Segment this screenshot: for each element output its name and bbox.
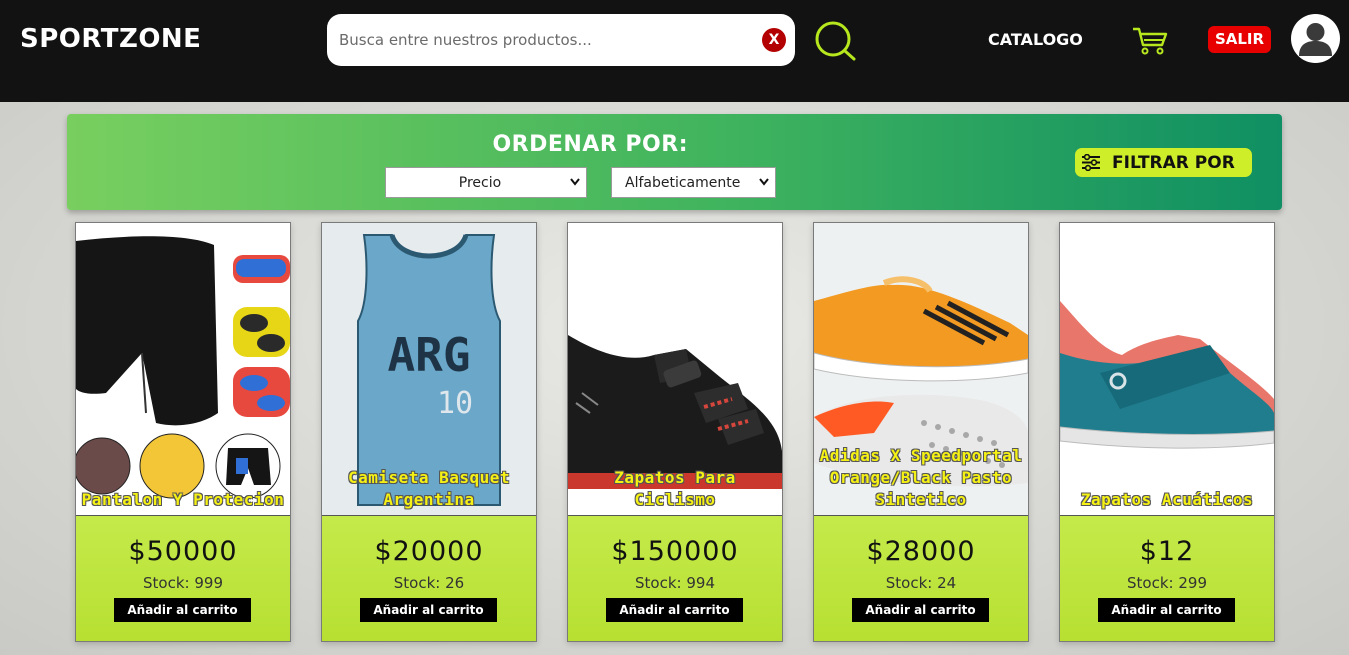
chevron-down-icon	[570, 178, 580, 186]
filter-button[interactable]: FILTRAR POR	[1075, 148, 1252, 177]
cart-button[interactable]	[1131, 26, 1169, 56]
sort-filter-bar: ORDENAR POR: Precio Alfabeticamente FILT…	[67, 114, 1282, 210]
product-info: $50000 Stock: 999 Añadir al carrito	[76, 516, 290, 641]
sort-price-select[interactable]: Precio	[385, 167, 587, 198]
product-card[interactable]: Zapatos Para Ciclismo $150000 Stock: 994…	[567, 222, 783, 642]
product-price: $150000	[611, 536, 739, 567]
user-avatar[interactable]	[1291, 14, 1340, 63]
product-name: Pantalon Y Protecion	[81, 490, 285, 509]
search-button[interactable]	[812, 19, 858, 65]
brand-logo[interactable]: SPORTZONE	[20, 24, 201, 54]
product-card[interactable]: Zapatos Acuáticos $12 Stock: 299 Añadir …	[1059, 222, 1275, 642]
filter-label: FILTRAR POR	[1112, 153, 1235, 173]
shopping-cart-icon	[1133, 27, 1168, 55]
product-name: Zapatos Acuáticos	[1080, 490, 1254, 509]
product-card[interactable]: Pantalon Y Protecion $50000 Stock: 999 A…	[75, 222, 291, 642]
product-card[interactable]: ARG 10 Camiseta Basquet Argentina $20000…	[321, 222, 537, 642]
search-input[interactable]	[339, 28, 749, 52]
product-name: Camiseta Basquet Argentina	[347, 468, 511, 509]
product-stock: Stock: 26	[393, 574, 465, 592]
top-navbar: SPORTZONE X CATALOGO SALIR	[0, 0, 1349, 102]
product-image[interactable]: Pantalon Y Protecion	[76, 223, 290, 516]
jersey-number: 10	[437, 386, 473, 421]
nav-catalog-link[interactable]: CATALOGO	[988, 30, 1083, 49]
sort-alpha-select[interactable]: Alfabeticamente	[611, 167, 776, 198]
product-info: $12 Stock: 299 Añadir al carrito	[1060, 516, 1274, 641]
product-info: $28000 Stock: 24 Añadir al carrito	[814, 516, 1028, 641]
product-price: $50000	[128, 536, 238, 567]
product-price: $20000	[374, 536, 484, 567]
product-image[interactable]: Zapatos Acuáticos	[1060, 223, 1274, 516]
cycling-shorts-image	[76, 223, 290, 515]
search-icon	[815, 21, 856, 61]
product-info: $20000 Stock: 26 Añadir al carrito	[322, 516, 536, 641]
product-image[interactable]: Zapatos Para Ciclismo	[568, 223, 782, 516]
add-to-cart-button[interactable]: Añadir al carrito	[360, 598, 497, 622]
logout-button[interactable]: SALIR	[1208, 26, 1271, 53]
jersey-text: ARG	[387, 328, 470, 382]
product-stock: Stock: 299	[1127, 574, 1207, 592]
water-shoe-image	[1060, 223, 1274, 515]
product-price: $28000	[866, 536, 976, 567]
search-box: X	[327, 14, 795, 66]
product-info: $150000 Stock: 994 Añadir al carrito	[568, 516, 782, 641]
product-price: $12	[1139, 536, 1195, 567]
user-icon	[1299, 23, 1332, 56]
product-image[interactable]: ARG 10 Camiseta Basquet Argentina	[322, 223, 536, 516]
sliders-icon	[1082, 154, 1100, 171]
add-to-cart-button[interactable]: Añadir al carrito	[606, 598, 743, 622]
add-to-cart-button[interactable]: Añadir al carrito	[114, 598, 251, 622]
product-image[interactable]: Adidas X Speedportal Orange/Black Pasto …	[814, 223, 1028, 516]
add-to-cart-button[interactable]: Añadir al carrito	[1098, 598, 1235, 622]
sort-title: ORDENAR POR:	[492, 132, 688, 157]
product-name: Adidas X Speedportal Orange/Black Pasto …	[819, 446, 1023, 509]
sort-alpha-value: Alfabeticamente	[625, 175, 741, 191]
product-stock: Stock: 999	[143, 574, 223, 592]
product-stock: Stock: 994	[635, 574, 715, 592]
add-to-cart-button[interactable]: Añadir al carrito	[852, 598, 989, 622]
product-card[interactable]: Adidas X Speedportal Orange/Black Pasto …	[813, 222, 1029, 642]
sort-price-value: Precio	[458, 175, 502, 191]
chevron-down-icon	[759, 178, 769, 186]
product-stock: Stock: 24	[885, 574, 957, 592]
clear-search-button[interactable]: X	[762, 28, 786, 52]
product-name: Zapatos Para Ciclismo	[614, 468, 736, 509]
